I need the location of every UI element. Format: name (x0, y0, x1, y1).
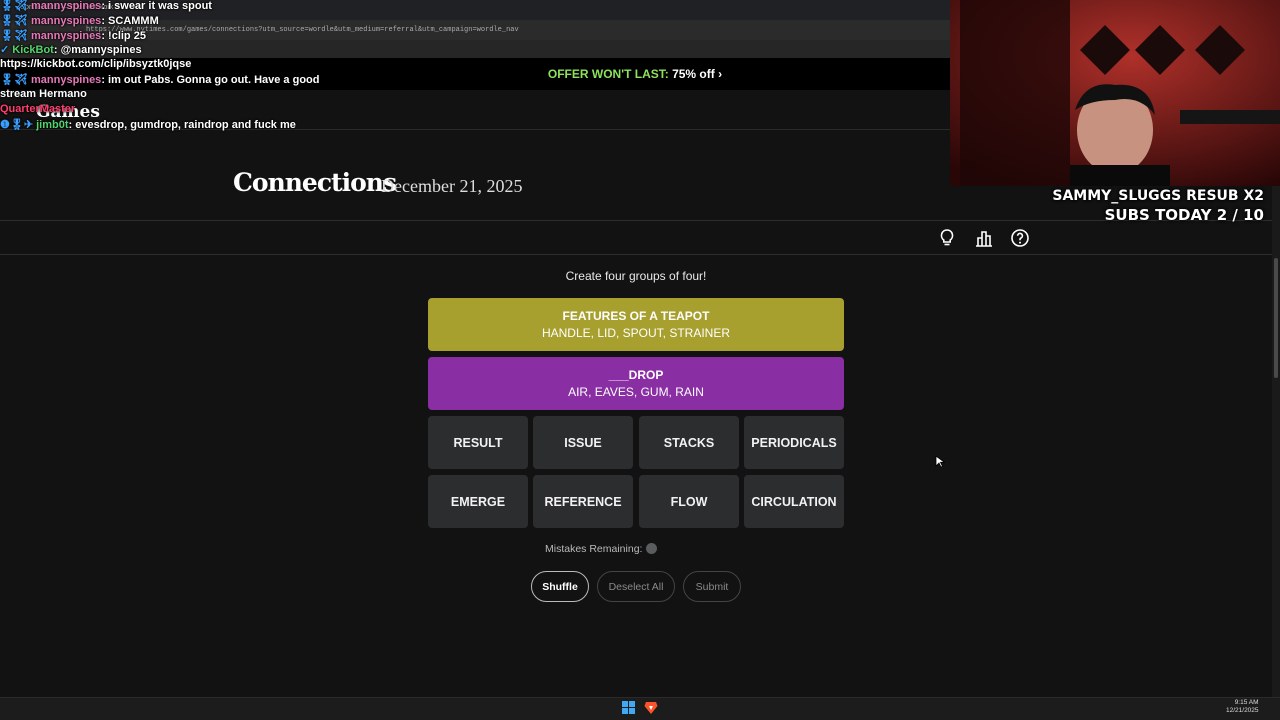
badge-icon: 🎖✈ (0, 0, 31, 12)
stream-alert: SAMMY_SLUGGS RESUB X2 (1052, 188, 1264, 204)
url-text[interactable]: https://www.nytimes.com/games/connection… (86, 26, 519, 34)
chat-message: https://kickbot.com/clip/ibsyztk0jqse (0, 58, 192, 70)
chat-message: ❶🎖✈ jimb0t: evesdrop, gumdrop, raindrop … (0, 119, 296, 131)
chat-message: 🎖✈ mannyspines: SCAMMM (0, 15, 159, 27)
chat-message: ✓ KickBot: @mannyspines (0, 44, 142, 56)
word-tile[interactable]: REFERENCE (533, 475, 633, 528)
word-tile[interactable]: RESULT (428, 416, 528, 469)
badge-icon: 🎖✈ (0, 30, 31, 42)
word-tile[interactable]: FLOW (639, 475, 739, 528)
chat-message: 🎖✈ mannyspines: im out Pabs. Gonna go ou… (0, 74, 320, 86)
submit-button[interactable]: Submit (683, 571, 741, 602)
mistake-dot (646, 543, 657, 554)
bookmarks-bar (0, 40, 950, 58)
system-clock[interactable]: 9:15 AM 12/21/2025 (1226, 699, 1259, 715)
game-toolbar (0, 221, 1272, 255)
badge-icon: 🎖✈ (0, 15, 31, 27)
offer-label: OFFER WON'T LAST: (547, 67, 669, 81)
group-words: HANDLE, LID, SPOUT, STRAINER (541, 326, 731, 340)
page-title: Connections (233, 168, 397, 197)
word-tile[interactable]: ISSUE (533, 416, 633, 469)
stats-icon[interactable] (974, 228, 994, 248)
stream-screen: Connections — The New York T https://www… (0, 0, 1280, 720)
deselect-all-button[interactable]: Deselect All (597, 571, 675, 602)
solved-group-teapot: FEATURES OF A TEAPOT HANDLE, LID, SPOUT,… (428, 298, 844, 351)
brave-browser-icon[interactable] (644, 700, 658, 715)
badge-icon: ❶🎖✈ (0, 119, 37, 131)
group-title: FEATURES OF A TEAPOT (562, 309, 710, 323)
mistakes-label: Mistakes Remaining: (545, 543, 643, 555)
lightbulb-icon[interactable] (937, 228, 957, 248)
badge-icon: 🎖✈ (0, 74, 31, 86)
solved-group-drop: ___DROP AIR, EAVES, GUM, RAIN (428, 357, 844, 410)
webcam-feed (950, 0, 1280, 186)
shuffle-button[interactable]: Shuffle (531, 571, 589, 602)
taskbar (0, 697, 1280, 720)
word-tile[interactable]: STACKS (639, 416, 739, 469)
chat-message: 🎖✈ mannyspines: i swear it was spout (0, 0, 212, 12)
subs-goal: SUBS TODAY 2 / 10 (1104, 206, 1264, 224)
chat-message: stream Hermano (0, 88, 87, 100)
chat-message: QuarterMaster (0, 103, 76, 115)
scrollbar-thumb[interactable] (1274, 258, 1278, 378)
windows-start-icon[interactable] (622, 701, 635, 714)
group-title: ___DROP (608, 368, 664, 382)
group-words: AIR, EAVES, GUM, RAIN (568, 385, 704, 399)
chat-message: 🎖✈ mannyspines: !clip 25 (0, 30, 146, 42)
word-tile[interactable]: CIRCULATION (744, 475, 844, 528)
word-tile[interactable]: EMERGE (428, 475, 528, 528)
puzzle-date: December 21, 2025 (381, 176, 523, 196)
help-icon[interactable] (1010, 228, 1030, 248)
word-tile[interactable]: PERIODICALS (744, 416, 844, 469)
badge-icon: ✓ (0, 44, 13, 56)
instructions: Create four groups of four! (565, 269, 707, 283)
offer-value: 75% off › (672, 67, 723, 81)
